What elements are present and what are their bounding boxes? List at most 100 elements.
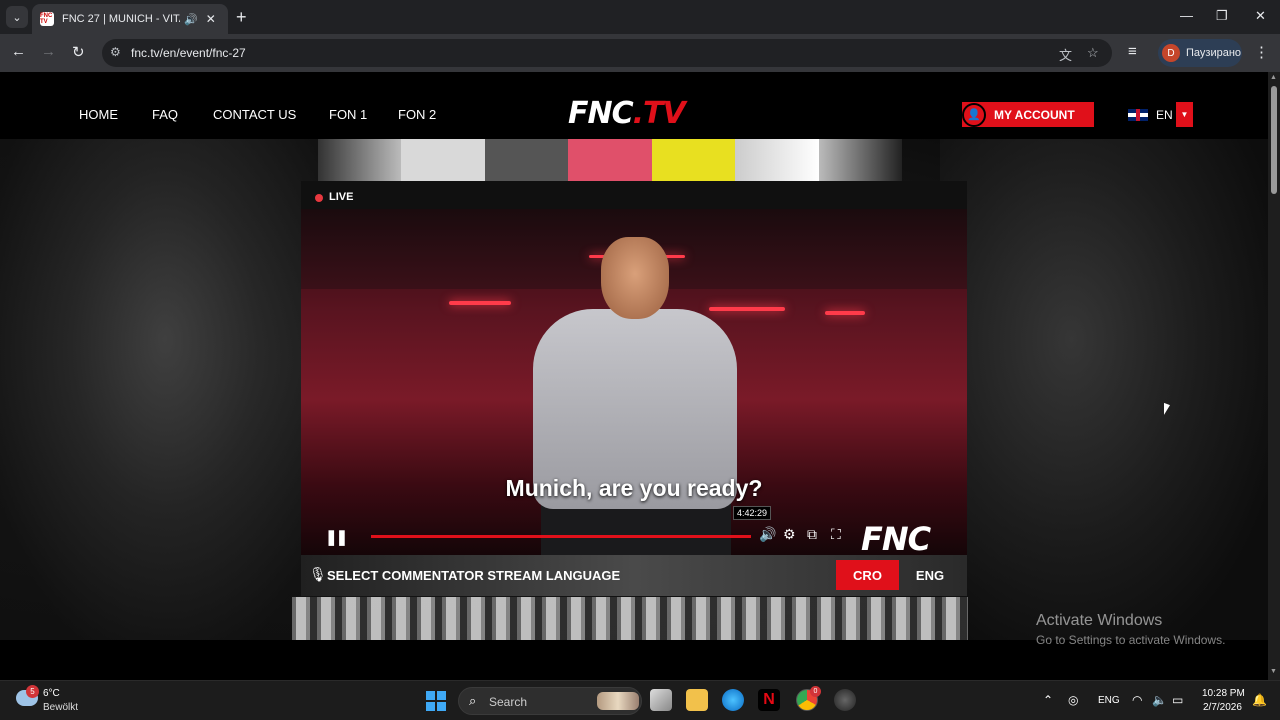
scroll-up-icon[interactable]: ▲: [1270, 74, 1277, 81]
my-account-label: MY ACCOUNT: [994, 107, 1075, 122]
progress-bar[interactable]: [371, 535, 751, 538]
reload-icon[interactable]: ↻: [72, 43, 85, 61]
neon-light: [449, 301, 511, 305]
live-bar: LIVE: [301, 181, 967, 209]
tab-favicon-icon: FNC TV: [40, 12, 54, 26]
profile-avatar: D: [1162, 44, 1180, 62]
profile-button[interactable]: D Паузирано: [1158, 39, 1242, 67]
pause-icon[interactable]: ❚❚: [325, 528, 348, 546]
tray-overflow-chevron-icon[interactable]: ⌃: [1043, 693, 1053, 707]
time-tooltip: 4:42:29: [733, 506, 772, 520]
clock-date[interactable]: 2/7/2026: [1203, 702, 1242, 713]
new-tab-icon[interactable]: +: [236, 7, 247, 28]
live-dot-icon: [315, 194, 323, 202]
web-page: HOME FAQ CONTACT US FON 1 FON 2 FNC.TV 👤…: [0, 72, 1268, 680]
color-bars-top: [318, 139, 902, 181]
search-highlight-image: [597, 692, 639, 710]
weather-temperature[interactable]: 6°C: [43, 688, 60, 699]
video-subtitle: Munich, are you ready?: [505, 475, 763, 501]
nav-fon-1[interactable]: FON 1: [329, 107, 367, 122]
neon-light: [709, 307, 785, 311]
site-header: HOME FAQ CONTACT US FON 1 FON 2 FNC.TV 👤…: [0, 72, 1268, 139]
input-language[interactable]: ENG: [1098, 695, 1120, 706]
live-label: LIVE: [329, 191, 354, 203]
translate-icon[interactable]: 文: [1059, 45, 1072, 64]
microphone-icon: 🎙: [309, 566, 327, 582]
taskbar-search-box[interactable]: ⌕ Search: [458, 687, 642, 715]
lang-cro-button[interactable]: CRO: [836, 560, 899, 590]
neon-light: [825, 311, 865, 315]
weather-description[interactable]: Bewölkt: [43, 702, 78, 713]
close-window-icon[interactable]: ✕: [1255, 8, 1266, 24]
player-controls: ❚❚ 4:42:29 🔊 ⚙ ⧉ ⛶ FNC: [301, 506, 967, 558]
nav-fon-2[interactable]: FON 2: [398, 107, 436, 122]
battery-icon[interactable]: ▭: [1172, 693, 1183, 707]
windows-taskbar: 5 6°C Bewölkt ⌕ Search N 0 ⌃ ◎ ENG ◠ 🔈 ▭…: [0, 680, 1280, 720]
notification-bell-icon[interactable]: 🔔: [1252, 693, 1267, 707]
uk-flag-icon: [1128, 109, 1148, 121]
netflix-icon[interactable]: N: [758, 689, 780, 711]
activate-windows-title: Activate Windows: [1036, 612, 1163, 629]
nav-home[interactable]: HOME: [79, 107, 118, 122]
minimize-icon[interactable]: —: [1180, 8, 1193, 23]
commentator-language-bar: 🎙 SELECT COMMENTATOR STREAM LANGUAGE CRO…: [301, 555, 967, 596]
nav-contact-us[interactable]: CONTACT US: [213, 107, 296, 122]
taskbar-search-placeholder: Search: [489, 695, 528, 709]
my-account-button[interactable]: 👤 MY ACCOUNT: [962, 102, 1094, 127]
language-selector[interactable]: EN: [1128, 108, 1173, 122]
nav-faq[interactable]: FAQ: [152, 107, 178, 122]
browser-menu-icon[interactable]: ⋮: [1254, 43, 1269, 61]
page-scrollbar[interactable]: ▲ ▼: [1268, 72, 1280, 680]
media-controls-icon[interactable]: ≡: [1128, 43, 1137, 60]
tab-title: FNC 27 | MUNICH - VITASOY: [62, 13, 180, 25]
language-code: EN: [1156, 108, 1173, 122]
weather-badge: 5: [26, 685, 39, 698]
lang-eng-button[interactable]: ENG: [901, 560, 959, 590]
chrome-badge: 0: [810, 686, 821, 697]
tab-search-chevron-icon[interactable]: ⌄: [6, 6, 28, 28]
user-icon: 👤: [962, 102, 986, 127]
fnc-watermark: FNC: [861, 520, 931, 558]
browser-tab-bar: ⌄ FNC TV FNC 27 | MUNICH - VITASOY 🔊 ✕ +…: [0, 0, 1280, 34]
sync-icon[interactable]: ◎: [1068, 693, 1078, 707]
tab-audio-icon[interactable]: 🔊: [184, 13, 198, 26]
file-explorer-icon[interactable]: [686, 689, 708, 711]
profile-status: Паузирано: [1186, 47, 1242, 59]
url-text[interactable]: fnc.tv/en/event/fnc-27: [131, 46, 246, 60]
commentator-language-label: SELECT COMMENTATOR STREAM LANGUAGE: [327, 568, 621, 583]
site-logo[interactable]: FNC.TV: [568, 96, 686, 131]
wifi-icon[interactable]: ◠: [1132, 693, 1142, 707]
volume-icon[interactable]: 🔊: [759, 526, 776, 543]
picture-in-picture-icon[interactable]: ⧉: [807, 526, 817, 543]
stripe-pattern-bottom: [292, 597, 968, 640]
windows-start-icon[interactable]: [426, 691, 446, 711]
fighter-image-left: [0, 139, 330, 640]
person-head: [601, 237, 669, 319]
logo-accent-text: .TV: [632, 96, 686, 131]
chevron-down-icon[interactable]: ▼: [1176, 102, 1193, 127]
search-icon: ⌕: [469, 693, 477, 708]
app-icon[interactable]: [834, 689, 856, 711]
fullscreen-icon[interactable]: ⛶: [831, 526, 841, 543]
browser-toolbar: ← → ↻ ⚙ fnc.tv/en/event/fnc-27 文 ☆ ≡ D П…: [0, 34, 1280, 72]
back-arrow-icon[interactable]: ←: [11, 43, 26, 60]
tab-close-icon[interactable]: ✕: [206, 12, 216, 26]
browser-tab-active[interactable]: FNC TV FNC 27 | MUNICH - VITASOY 🔊 ✕: [32, 4, 228, 34]
task-view-icon[interactable]: [650, 689, 672, 711]
scrollbar-thumb[interactable]: [1271, 86, 1277, 194]
speaker-icon[interactable]: 🔈: [1152, 693, 1167, 707]
video-player[interactable]: LIVE Munich, are you ready? ❚❚ 4:42:29 🔊…: [301, 181, 967, 596]
activate-windows-hint: Go to Settings to activate Windows.: [1036, 633, 1226, 647]
address-bar[interactable]: ⚙ fnc.tv/en/event/fnc-27 文 ☆: [102, 39, 1112, 67]
clock-time[interactable]: 10:28 PM: [1202, 688, 1245, 699]
bookmark-star-icon[interactable]: ☆: [1087, 45, 1099, 61]
scroll-down-icon[interactable]: ▼: [1270, 668, 1277, 675]
fighter-image-right: [940, 139, 1268, 640]
forward-arrow-icon[interactable]: →: [41, 43, 56, 60]
site-settings-icon[interactable]: ⚙: [110, 45, 121, 59]
activate-windows-watermark: Activate Windows Go to Settings to activ…: [1036, 612, 1225, 647]
maximize-icon[interactable]: ❐: [1216, 8, 1228, 24]
video-frame[interactable]: Munich, are you ready?: [301, 209, 967, 555]
settings-gear-icon[interactable]: ⚙: [783, 526, 796, 543]
edge-browser-icon[interactable]: [722, 689, 744, 711]
